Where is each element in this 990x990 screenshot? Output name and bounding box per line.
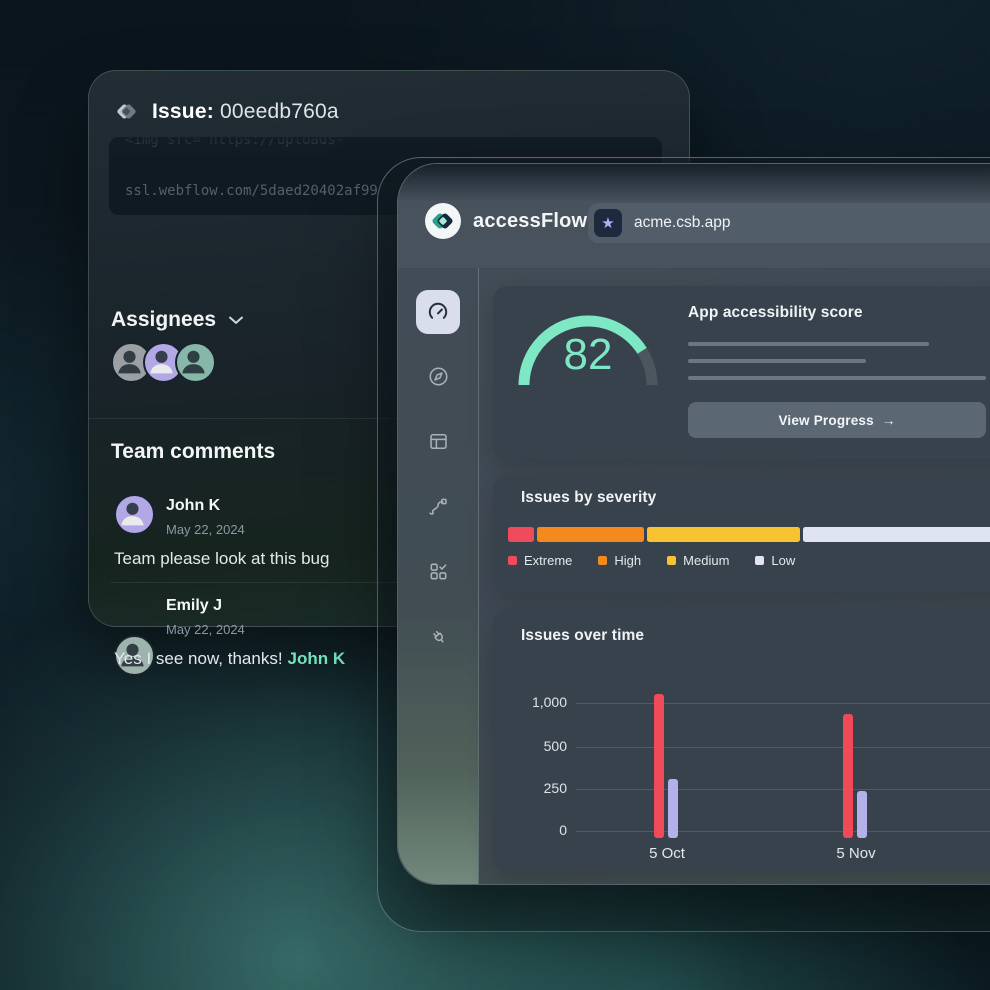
issue-title: Issue: 00eedb760a — [152, 100, 339, 124]
comment-text: Team please look at this bug — [114, 549, 329, 569]
tasks-check-grid-icon — [427, 560, 450, 583]
sidebar-item-explore[interactable] — [426, 364, 450, 388]
x-axis-label: 5 Oct — [627, 845, 707, 862]
gem-diamond-icon — [113, 98, 140, 125]
comment-author: John K — [166, 497, 220, 515]
user-mention[interactable]: John K — [288, 649, 346, 668]
legend-item-low: Low — [755, 553, 795, 568]
bar-5-oct-series-1 — [654, 694, 664, 838]
score-card-title: App accessibility score — [688, 304, 863, 322]
avatar — [175, 342, 216, 383]
code-line: ssl.webflow.com/5daed20402af99 — [125, 183, 378, 199]
comments-heading: Team comments — [111, 440, 275, 464]
legend-item-high: High — [598, 553, 641, 568]
flow-route-icon — [427, 495, 450, 518]
sidebar-item-dashboard[interactable] — [416, 290, 460, 334]
sidebar-item-flows[interactable] — [426, 494, 450, 518]
issues-over-time-card: Issues over time 02505001,0005 Oct5 Nov — [493, 609, 990, 872]
legend-swatch — [598, 556, 607, 565]
speedometer-icon — [426, 300, 450, 324]
legend-item-extreme: Extreme — [508, 553, 572, 568]
bar-5-nov-series-1 — [843, 714, 853, 838]
bar-chart-plot: 0 250 500 1,000 5 Oct 5 Nov — [493, 609, 990, 872]
y-axis-label: 250 — [493, 780, 567, 796]
severity-card: Issues by severity Extreme High Medium Low — [493, 475, 990, 592]
dashboard-window: accessFlow ★ acme.csb.app — [397, 163, 990, 885]
gridline — [576, 747, 990, 748]
layout-panels-icon — [427, 430, 450, 453]
y-axis-label: 0 — [493, 822, 567, 838]
bar-5-nov-series-2 — [857, 791, 867, 838]
severity-segment-high — [537, 527, 644, 542]
y-axis-label: 500 — [493, 738, 567, 754]
comment-text: Yes I see now, thanks!John K — [114, 649, 345, 669]
severity-segment-low — [803, 527, 990, 542]
gridline — [576, 789, 990, 790]
comment-date: May 22, 2024 — [166, 622, 245, 637]
brand-name: accessFlow — [473, 210, 587, 233]
skeleton-line — [688, 359, 866, 363]
gridline — [576, 703, 990, 704]
x-axis-label: 5 Nov — [816, 845, 896, 862]
brand: accessFlow — [425, 203, 587, 239]
comment-author: Emily J — [166, 597, 222, 615]
sidebar-item-tasks[interactable] — [426, 559, 450, 583]
plug-icon — [427, 625, 450, 648]
assignees-heading: Assignees — [111, 308, 244, 332]
view-progress-button[interactable]: View Progress→ — [688, 402, 986, 438]
issue-panel-header: Issue: 00eedb760a — [113, 98, 339, 125]
legend-swatch — [755, 556, 764, 565]
y-axis-label: 1,000 — [493, 694, 567, 710]
legend-item-medium: Medium — [667, 553, 729, 568]
legend-swatch — [667, 556, 676, 565]
skeleton-line — [688, 376, 986, 380]
sidebar-item-layout[interactable] — [426, 429, 450, 453]
compass-icon — [427, 365, 450, 388]
assignee-avatars — [111, 342, 207, 383]
chevron-down-icon[interactable] — [228, 316, 244, 325]
score-card: 82 App accessibility score View Progress… — [493, 286, 990, 459]
severity-legend: Extreme High Medium Low — [508, 553, 795, 568]
severity-stacked-bar — [508, 527, 990, 542]
sidebar-divider — [478, 268, 479, 884]
severity-card-title: Issues by severity — [521, 489, 656, 507]
score-value: 82 — [513, 330, 663, 380]
gridline — [576, 831, 990, 832]
avatar — [114, 494, 155, 535]
severity-segment-medium — [647, 527, 800, 542]
arrow-right-icon: → — [882, 413, 896, 428]
accessflow-logo-icon — [425, 203, 461, 239]
legend-swatch — [508, 556, 517, 565]
url-text: acme.csb.app — [634, 214, 731, 232]
sidebar-item-integrations[interactable] — [426, 624, 450, 648]
skeleton-line — [688, 342, 929, 346]
url-bar[interactable]: ★ acme.csb.app — [588, 203, 990, 243]
bar-5-oct-series-2 — [668, 779, 678, 838]
star-icon: ★ — [594, 209, 622, 237]
severity-segment-extreme — [508, 527, 534, 542]
comment-date: May 22, 2024 — [166, 522, 245, 537]
